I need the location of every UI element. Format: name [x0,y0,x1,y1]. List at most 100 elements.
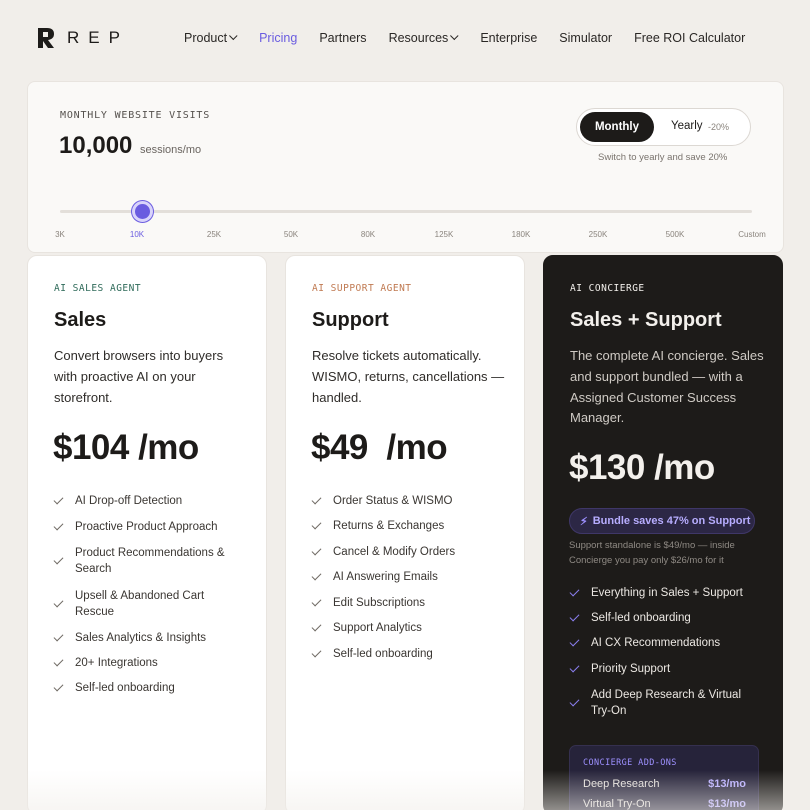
plan-card-support: AI SUPPORT AGENT Support Resolve tickets… [285,255,525,810]
nav-item-product[interactable]: Product [184,31,238,45]
chevron-down-icon [450,31,459,41]
check-icon [569,611,580,621]
feature-item: AI Drop-off Detection [53,488,254,514]
slider-tick[interactable]: 3K [55,230,65,239]
visits-slider-track[interactable] [60,210,752,213]
top-nav: REP Product Pricing Partners Resources E… [0,0,810,76]
feature-list: Everything in Sales + Support Self-led o… [569,580,770,724]
feature-item: Support Analytics [311,616,512,642]
plan-eyebrow: AI CONCIERGE [570,283,645,294]
slider-tick[interactable]: 500K [666,230,685,239]
slider-tick[interactable]: 10K [130,230,144,239]
addon-name: Virtual Try-On [583,798,651,810]
check-icon [311,545,322,556]
check-icon [569,636,580,647]
nav-item-resources[interactable]: Resources [389,31,459,45]
feature-item: Order Status & WISMO [311,488,512,514]
billing-note: Switch to yearly and save 20% [598,152,728,163]
plan-description: Resolve tickets automatically. WISMO, re… [312,348,505,405]
plan-price: $49 /mo [311,428,448,467]
plan-eyebrow: AI SUPPORT AGENT [312,283,412,294]
feature-item: Cancel & Modify Orders [311,539,512,565]
plan-title: Sales [54,309,107,331]
check-icon [53,656,64,666]
addon-row: Deep Research $13/mo [583,778,746,790]
feature-item: AI Answering Emails [311,565,512,591]
check-icon [53,681,64,691]
nav-item-roi-calculator[interactable]: Free ROI Calculator [634,31,745,45]
slider-tick[interactable]: Custom [738,230,766,239]
feature-item: Self-led onboarding [569,605,770,630]
feature-item: Self-led onboarding [311,641,512,667]
nav-item-enterprise[interactable]: Enterprise [480,31,537,45]
addons-title: CONCIERGE ADD-ONS [583,758,677,768]
nav-item-label: Resources [388,31,449,45]
check-icon [53,597,64,607]
slider-tick[interactable]: 50K [284,230,298,239]
bundle-savings-badge: ⚡︎ Bundle saves 47% on Support [569,508,755,534]
nav-item-label: Simulator [559,31,613,45]
nav-item-label: Enterprise [480,31,538,45]
feature-item: Edit Subscriptions [311,590,512,616]
feature-item: Add Deep Research & Virtual Try-On [569,682,770,724]
nav-item-label: Product [184,31,228,45]
slider-tick[interactable]: 25K [207,230,221,239]
addon-row: Virtual Try-On $13/mo [583,798,746,810]
check-icon [53,520,64,531]
plan-price: $130 /mo [569,448,715,487]
feature-item: Sales Analytics & Insights [53,625,254,650]
visits-label: MONTHLY WEBSITE VISITS [60,110,211,121]
bundle-badge-text: Bundle saves 47% on Support [592,515,751,527]
check-icon [311,519,322,530]
feature-item: AI CX Recommendations [569,630,770,656]
plan-description: Convert browsers into buyers with proact… [54,348,224,405]
yearly-discount-badge: -20% [708,122,730,132]
nav-item-simulator[interactable]: Simulator [559,31,612,45]
concierge-addons: CONCIERGE ADD-ONS Deep Research $13/mo V… [569,745,759,810]
plan-card-concierge: AI CONCIERGE Sales + Support The complet… [543,255,783,810]
plan-title: Support [312,309,389,331]
addon-price: $13/mo [708,798,746,810]
check-icon [53,554,64,565]
check-icon [311,621,322,632]
feature-item: Self-led onboarding [53,675,254,700]
feature-item: 20+ Integrations [53,650,254,675]
check-icon [569,696,580,707]
check-icon [311,647,322,658]
yearly-option[interactable]: Yearly [671,120,703,132]
check-icon [569,586,580,596]
brand-logo[interactable]: REP [38,28,129,48]
feature-item: Everything in Sales + Support [569,580,770,605]
check-icon [569,662,580,673]
bolt-icon: ⚡︎ [580,515,588,528]
nav-item-pricing[interactable]: Pricing [259,31,297,45]
feature-list: AI Drop-off Detection Proactive Product … [53,488,254,700]
check-icon [53,494,64,505]
plan-title: Sales + Support [570,309,722,331]
check-icon [53,631,64,641]
slider-tick[interactable]: 125K [435,230,454,239]
feature-item: Proactive Product Approach [53,514,254,540]
plan-card-sales: AI SALES AGENT Sales Convert browsers in… [27,255,267,810]
brand-name: REP [67,28,129,47]
slider-tick[interactable]: 80K [361,230,375,239]
feature-item: Returns & Exchanges [311,514,512,540]
billing-toggle: Monthly Yearly -20% [576,108,751,146]
nav-item-partners[interactable]: Partners [319,31,366,45]
nav-item-label: Partners [319,31,367,45]
monthly-option[interactable]: Monthly [580,112,654,142]
slider-tick[interactable]: 180K [512,230,531,239]
check-icon [311,596,322,607]
visits-slider-thumb[interactable] [132,201,153,222]
nav-item-label: Pricing [259,31,298,45]
r-logo-mark-icon [38,28,54,48]
nav-links: Product Pricing Partners Resources Enter… [184,31,767,45]
visits-panel: MONTHLY WEBSITE VISITS 10,000 sessions/m… [27,81,784,253]
chevron-down-icon [229,31,238,41]
check-icon [311,570,322,581]
check-icon [311,494,322,505]
plan-description: The complete AI concierge. Sales and sup… [570,348,764,426]
addon-name: Deep Research [583,778,660,790]
feature-item: Product Recommendations & Search [53,540,254,582]
slider-tick[interactable]: 250K [589,230,608,239]
